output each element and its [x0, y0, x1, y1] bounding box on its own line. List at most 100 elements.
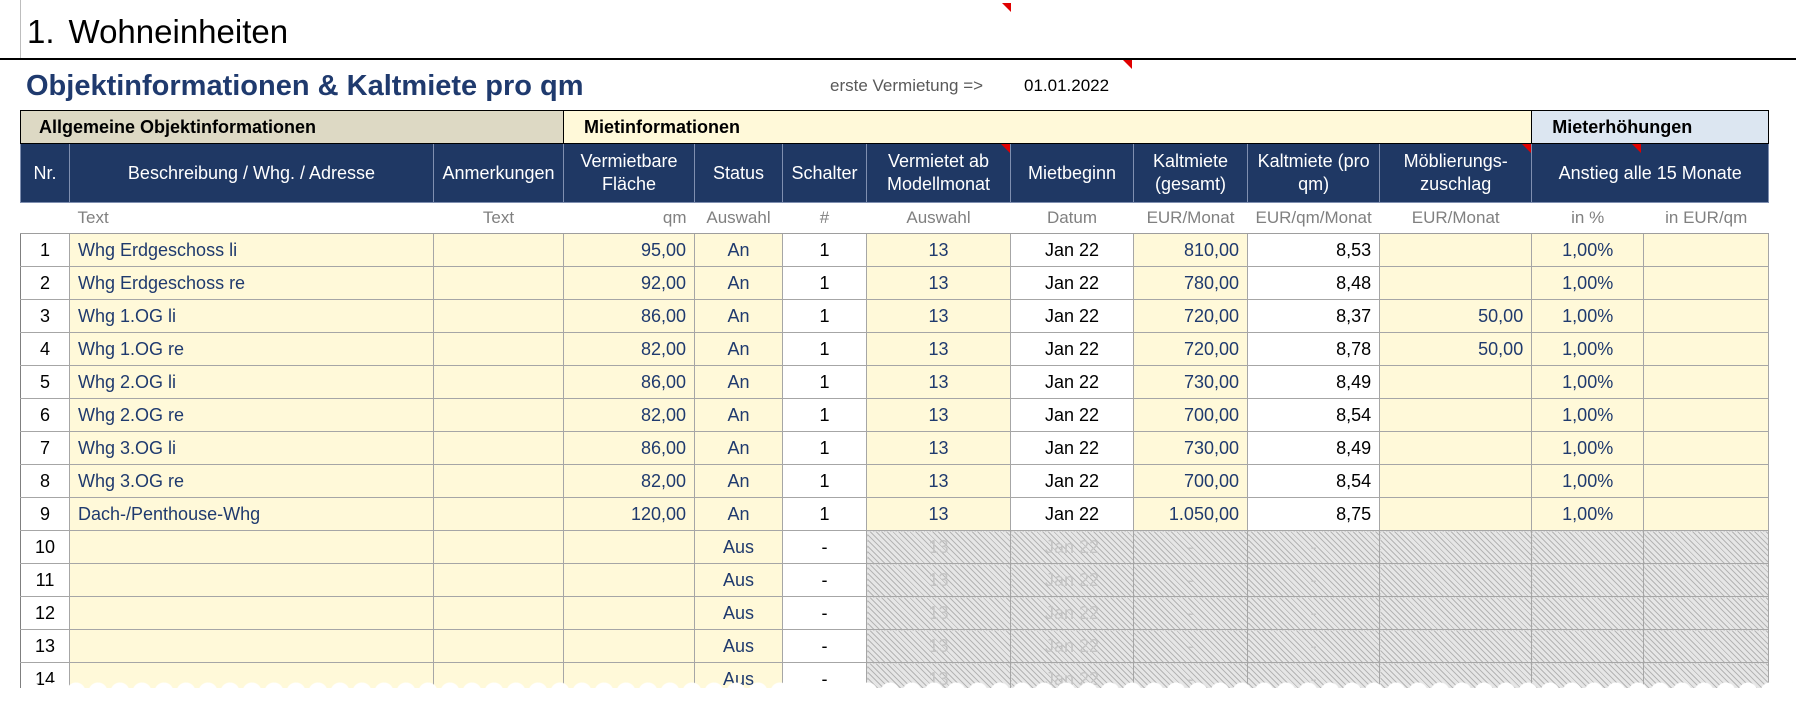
- cell-moeblierung[interactable]: [1379, 563, 1533, 597]
- cell-anstieg-eur-qm[interactable]: [1643, 332, 1770, 366]
- cell-moeblierung[interactable]: 50,00: [1379, 299, 1533, 333]
- cell-kaltmiete-gesamt[interactable]: 730,00: [1133, 365, 1248, 399]
- cell-beschreibung[interactable]: [69, 629, 434, 663]
- cell-beschreibung[interactable]: Whg 1.OG re: [69, 332, 434, 366]
- cell-anmerkungen[interactable]: [433, 398, 564, 432]
- comment-marker-icon[interactable]: [1522, 144, 1531, 153]
- cell-moeblierung[interactable]: [1379, 233, 1533, 267]
- cell-anstieg-pct[interactable]: 1,00%: [1531, 266, 1645, 300]
- cell-vermietet-ab[interactable]: 13: [866, 365, 1011, 399]
- cell-status[interactable]: Aus: [694, 596, 783, 630]
- cell-anstieg-pct[interactable]: [1531, 530, 1645, 564]
- cell-status[interactable]: An: [694, 431, 783, 465]
- cell-status[interactable]: An: [694, 464, 783, 498]
- cell-vermietet-ab[interactable]: 13: [866, 563, 1011, 597]
- cell-kaltmiete-gesamt[interactable]: 700,00: [1133, 464, 1248, 498]
- cell-anmerkungen[interactable]: [433, 596, 564, 630]
- cell-anstieg-pct[interactable]: 1,00%: [1531, 431, 1645, 465]
- cell-anstieg-pct[interactable]: 1,00%: [1531, 398, 1645, 432]
- cell-moeblierung[interactable]: [1379, 464, 1533, 498]
- cell-kaltmiete-gesamt[interactable]: 730,00: [1133, 431, 1248, 465]
- cell-status[interactable]: An: [694, 497, 783, 531]
- cell-anstieg-eur-qm[interactable]: [1643, 464, 1770, 498]
- cell-status[interactable]: An: [694, 365, 783, 399]
- cell-vermietet-ab[interactable]: 13: [866, 266, 1011, 300]
- cell-kaltmiete-gesamt[interactable]: 720,00: [1133, 299, 1248, 333]
- cell-anmerkungen[interactable]: [433, 464, 564, 498]
- cell-vermietet-ab[interactable]: 13: [866, 464, 1011, 498]
- cell-beschreibung[interactable]: [69, 563, 434, 597]
- cell-beschreibung[interactable]: Whg Erdgeschoss li: [69, 233, 434, 267]
- cell-vermietet-ab[interactable]: 13: [866, 629, 1011, 663]
- cell-anstieg-pct[interactable]: [1531, 629, 1645, 663]
- cell-moeblierung[interactable]: [1379, 365, 1533, 399]
- cell-anstieg-eur-qm[interactable]: [1643, 398, 1770, 432]
- cell-beschreibung[interactable]: Whg 2.OG re: [69, 398, 434, 432]
- cell-flaeche[interactable]: 86,00: [563, 365, 695, 399]
- cell-anmerkungen[interactable]: [433, 266, 564, 300]
- cell-vermietet-ab[interactable]: 13: [866, 233, 1011, 267]
- cell-flaeche[interactable]: 82,00: [563, 464, 695, 498]
- cell-anstieg-eur-qm[interactable]: [1643, 431, 1770, 465]
- cell-vermietet-ab[interactable]: 13: [866, 431, 1011, 465]
- cell-status[interactable]: An: [694, 299, 783, 333]
- cell-beschreibung[interactable]: [69, 530, 434, 564]
- cell-kaltmiete-gesamt[interactable]: -: [1133, 530, 1248, 564]
- cell-status[interactable]: An: [694, 332, 783, 366]
- cell-anmerkungen[interactable]: [433, 233, 564, 267]
- cell-status[interactable]: Aus: [694, 530, 783, 564]
- comment-marker-icon[interactable]: [1632, 144, 1642, 153]
- cell-anstieg-eur-qm[interactable]: [1643, 233, 1770, 267]
- cell-anstieg-eur-qm[interactable]: [1643, 563, 1770, 597]
- cell-flaeche[interactable]: 120,00: [563, 497, 695, 531]
- cell-anstieg-pct[interactable]: 1,00%: [1531, 365, 1645, 399]
- cell-anmerkungen[interactable]: [433, 497, 564, 531]
- cell-flaeche[interactable]: [563, 629, 695, 663]
- cell-anstieg-eur-qm[interactable]: [1643, 530, 1770, 564]
- cell-flaeche[interactable]: 86,00: [563, 431, 695, 465]
- cell-anstieg-eur-qm[interactable]: [1643, 497, 1770, 531]
- cell-flaeche[interactable]: 82,00: [563, 332, 695, 366]
- cell-vermietet-ab[interactable]: 13: [866, 332, 1011, 366]
- cell-kaltmiete-gesamt[interactable]: 780,00: [1133, 266, 1248, 300]
- cell-anmerkungen[interactable]: [433, 365, 564, 399]
- cell-kaltmiete-gesamt[interactable]: 810,00: [1133, 233, 1248, 267]
- cell-beschreibung[interactable]: Dach-/Penthouse-Whg: [69, 497, 434, 531]
- cell-anmerkungen[interactable]: [433, 563, 564, 597]
- comment-marker-icon[interactable]: [1001, 144, 1010, 153]
- cell-flaeche[interactable]: [563, 563, 695, 597]
- cell-beschreibung[interactable]: [69, 596, 434, 630]
- comment-marker-icon[interactable]: [1002, 3, 1011, 12]
- cell-anstieg-eur-qm[interactable]: [1643, 299, 1770, 333]
- cell-beschreibung[interactable]: Whg 3.OG li: [69, 431, 434, 465]
- cell-vermietet-ab[interactable]: 13: [866, 497, 1011, 531]
- cell-moeblierung[interactable]: 50,00: [1379, 332, 1533, 366]
- cell-status[interactable]: An: [694, 398, 783, 432]
- cell-anstieg-pct[interactable]: 1,00%: [1531, 332, 1645, 366]
- cell-flaeche[interactable]: [563, 530, 695, 564]
- cell-vermietet-ab[interactable]: 13: [866, 398, 1011, 432]
- first-rental-value[interactable]: 01.01.2022: [1024, 76, 1109, 96]
- cell-flaeche[interactable]: 95,00: [563, 233, 695, 267]
- cell-kaltmiete-gesamt[interactable]: -: [1133, 629, 1248, 663]
- cell-flaeche[interactable]: 82,00: [563, 398, 695, 432]
- cell-moeblierung[interactable]: [1379, 596, 1533, 630]
- cell-kaltmiete-gesamt[interactable]: 1.050,00: [1133, 497, 1248, 531]
- cell-kaltmiete-gesamt[interactable]: 700,00: [1133, 398, 1248, 432]
- cell-beschreibung[interactable]: Whg 1.OG li: [69, 299, 434, 333]
- cell-anstieg-pct[interactable]: 1,00%: [1531, 464, 1645, 498]
- cell-anstieg-pct[interactable]: 1,00%: [1531, 233, 1645, 267]
- cell-kaltmiete-gesamt[interactable]: 720,00: [1133, 332, 1248, 366]
- cell-beschreibung[interactable]: Whg 3.OG re: [69, 464, 434, 498]
- cell-anmerkungen[interactable]: [433, 332, 564, 366]
- cell-anstieg-eur-qm[interactable]: [1643, 629, 1770, 663]
- cell-beschreibung[interactable]: Whg Erdgeschoss re: [69, 266, 434, 300]
- cell-anmerkungen[interactable]: [433, 530, 564, 564]
- cell-moeblierung[interactable]: [1379, 530, 1533, 564]
- cell-anstieg-pct[interactable]: [1531, 596, 1645, 630]
- cell-vermietet-ab[interactable]: 13: [866, 596, 1011, 630]
- cell-moeblierung[interactable]: [1379, 398, 1533, 432]
- cell-anstieg-pct[interactable]: [1531, 563, 1645, 597]
- cell-status[interactable]: Aus: [694, 629, 783, 663]
- cell-moeblierung[interactable]: [1379, 431, 1533, 465]
